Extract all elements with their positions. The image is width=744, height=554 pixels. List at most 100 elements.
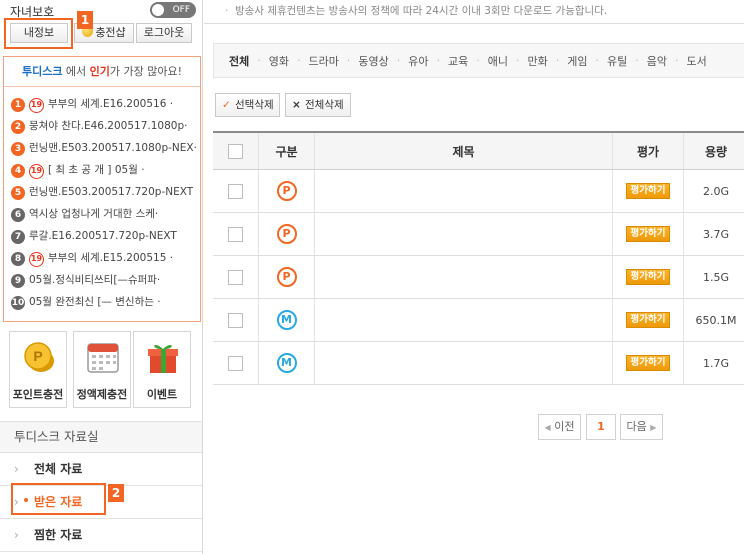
tab-item[interactable]: 전체 bbox=[229, 53, 249, 69]
title-cell[interactable] bbox=[315, 213, 613, 255]
library-title: 투디스크 자료실 bbox=[0, 421, 202, 453]
rate-button[interactable]: 평가하기 bbox=[625, 183, 671, 199]
tab-item[interactable]: 교육 bbox=[448, 53, 468, 69]
size-cell: 3.7G bbox=[702, 227, 730, 241]
delete-selected-button[interactable]: ✓ 선택삭제 bbox=[215, 93, 280, 117]
rank-badge: 7 bbox=[11, 230, 25, 244]
popular-item-title: 런닝맨.E503.200517.720p-NEXT bbox=[29, 186, 194, 198]
tab-item[interactable]: 드라마 bbox=[309, 53, 339, 69]
popular-mid: 에서 bbox=[62, 65, 90, 78]
file-table: 구분 제목 평가 용량 P 평가하기 2.0G P 평가하기 3.7G P 평가하기 1.5G M… bbox=[213, 131, 744, 385]
next-page-button[interactable]: 다음 ▶ bbox=[620, 414, 663, 440]
rank-badge: 9 bbox=[11, 274, 25, 288]
check-icon: ✓ bbox=[222, 99, 231, 111]
table-header: 구분 제목 평가 용량 bbox=[213, 133, 744, 170]
popular-panel: 투디스크 에서 인기가 가장 많아요! 1 19 부부의 세계.E16.200516… bbox=[3, 56, 201, 322]
size-cell: 1.7G bbox=[702, 356, 730, 370]
size-cell: 2.0G bbox=[702, 184, 730, 198]
title-cell[interactable] bbox=[315, 170, 613, 212]
child-protect-toggle[interactable]: OFF bbox=[150, 2, 196, 18]
popular-item-title: 05월 완전최신 [— 변신하는 · bbox=[29, 296, 161, 308]
library-item-all[interactable]: › 전체 자료 bbox=[0, 453, 202, 486]
adult-rating-icon: 19 bbox=[29, 98, 44, 113]
rate-button[interactable]: 평가하기 bbox=[625, 312, 671, 328]
rank-badge: 4 bbox=[11, 164, 25, 178]
chevron-right-icon: › bbox=[14, 462, 19, 476]
rate-button[interactable]: 평가하기 bbox=[625, 226, 671, 242]
tab-item[interactable]: 애니 bbox=[488, 53, 508, 69]
rank-badge: 8 bbox=[11, 252, 25, 266]
library-item-wishlist[interactable]: › 찜한 자료 bbox=[0, 519, 202, 552]
delete-all-button[interactable]: × 전체삭제 bbox=[285, 93, 351, 117]
pc-type-icon: P bbox=[276, 267, 297, 287]
row-checkbox[interactable] bbox=[228, 183, 243, 199]
table-row: M 평가하기 650.1M bbox=[213, 299, 744, 342]
title-cell[interactable] bbox=[315, 256, 613, 298]
highlight-box-1 bbox=[4, 18, 73, 49]
table-row: M 평가하기 1.7G bbox=[213, 342, 744, 385]
rating-cell: 평가하기 bbox=[613, 256, 684, 298]
row-checkbox-cell bbox=[213, 213, 259, 255]
tab-item[interactable]: 유틸 bbox=[607, 53, 627, 69]
tab-item[interactable]: 만화 bbox=[528, 53, 548, 69]
select-all-checkbox[interactable] bbox=[228, 143, 243, 159]
table-row: P 평가하기 1.5G bbox=[213, 256, 744, 299]
popular-item[interactable]: 7 루갈.E16.200517.720p-NEXT bbox=[4, 225, 200, 247]
point-charge-tile[interactable]: P 포인트충전 bbox=[9, 331, 67, 408]
rate-button[interactable]: 평가하기 bbox=[625, 269, 671, 285]
highlight-number-1: 1 bbox=[77, 11, 93, 29]
size-cell: 650.1M bbox=[695, 313, 737, 327]
popular-item[interactable]: 6 역시상 업청나게 거대한 스케· bbox=[4, 203, 200, 225]
row-checkbox-cell bbox=[213, 299, 259, 341]
popular-item[interactable]: 1 19 부부의 세계.E16.200516 · bbox=[4, 93, 200, 115]
flat-charge-label: 정액제충전 bbox=[76, 388, 128, 401]
popular-item[interactable]: 5 런닝맨.E503.200517.720p-NEXT bbox=[4, 181, 200, 203]
row-checkbox[interactable] bbox=[228, 226, 243, 242]
tab-separator: · bbox=[396, 54, 401, 67]
popular-tail: 가 가장 많아요! bbox=[109, 65, 183, 78]
title-cell[interactable] bbox=[315, 299, 613, 341]
close-icon: × bbox=[292, 99, 301, 111]
row-checkbox[interactable] bbox=[228, 355, 243, 371]
event-tile[interactable]: 이벤트 bbox=[133, 331, 191, 408]
rank-badge: 5 bbox=[11, 186, 25, 200]
flat-charge-tile[interactable]: 정액제충전 bbox=[73, 331, 131, 408]
popular-item[interactable]: 9 05월.정식비티쓰티[—슈퍼파· bbox=[4, 269, 200, 291]
logout-button[interactable]: 로그아웃 bbox=[136, 23, 192, 43]
header-size: 용량 bbox=[704, 144, 728, 159]
tab-item[interactable]: 게임 bbox=[567, 53, 587, 69]
popular-item[interactable]: 10 05월 완전최신 [— 변신하는 · bbox=[4, 291, 200, 313]
popular-item[interactable]: 4 19 [ 최 초 공 개 ] 05월 · bbox=[4, 159, 200, 181]
title-cell[interactable] bbox=[315, 342, 613, 384]
tab-item[interactable]: 음악 bbox=[647, 53, 667, 69]
header-rating: 평가 bbox=[613, 133, 684, 169]
tab-item[interactable]: 유아 bbox=[408, 53, 428, 69]
header-title: 제목 bbox=[315, 133, 613, 169]
tab-item[interactable]: 동영상 bbox=[358, 53, 388, 69]
tab-separator: · bbox=[346, 54, 351, 67]
chevron-right-icon: › bbox=[14, 528, 19, 542]
category-cell: P bbox=[259, 213, 315, 255]
popular-item[interactable]: 8 19 부부의 세계.E15.200515 · bbox=[4, 247, 200, 269]
row-checkbox[interactable] bbox=[228, 312, 243, 328]
tab-separator: · bbox=[476, 54, 480, 67]
popular-item-title: [ 최 초 공 개 ] 05월 · bbox=[48, 164, 145, 176]
delete-selected-label: 선택삭제 bbox=[235, 99, 274, 111]
row-checkbox[interactable] bbox=[228, 269, 243, 285]
tab-separator: · bbox=[436, 54, 441, 67]
rate-button[interactable]: 평가하기 bbox=[625, 355, 671, 371]
popular-item[interactable]: 2 뭉쳐야 찬다.E46.200517.1080p· bbox=[4, 115, 200, 137]
popular-hot: 인기 bbox=[89, 65, 110, 78]
popular-item-title: 부부의 세계.E16.200516 · bbox=[48, 98, 174, 110]
gift-icon bbox=[148, 344, 178, 373]
row-checkbox-cell bbox=[213, 256, 259, 298]
rating-cell: 평가하기 bbox=[613, 213, 684, 255]
category-cell: P bbox=[259, 170, 315, 212]
prev-page-button[interactable]: ◀ 이전 bbox=[538, 414, 581, 440]
popular-item[interactable]: 3 런닝맨.E503.200517.1080p-NEX· bbox=[4, 137, 200, 159]
tab-item[interactable]: 영화 bbox=[269, 53, 289, 69]
page-number-button[interactable]: 1 bbox=[586, 414, 616, 440]
library-item-label: 찜한 자료 bbox=[34, 528, 83, 542]
tab-item[interactable]: 도서 bbox=[687, 53, 707, 69]
pc-type-icon: P bbox=[276, 181, 297, 201]
